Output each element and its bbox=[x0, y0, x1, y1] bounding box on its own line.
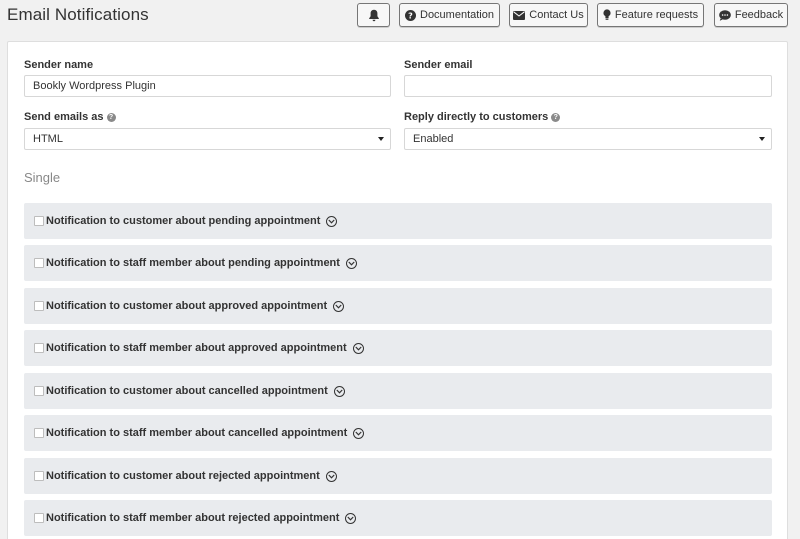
contact-us-button[interactable]: Contact Us bbox=[509, 3, 588, 27]
chevron-down-icon[interactable] bbox=[333, 385, 345, 397]
help-icon[interactable]: ? bbox=[551, 112, 561, 122]
checkbox[interactable] bbox=[34, 471, 44, 481]
checkbox[interactable] bbox=[34, 301, 44, 311]
notification-row[interactable]: Notification to staff member about appro… bbox=[24, 330, 772, 366]
notification-row[interactable]: Notification to customer about cancelled… bbox=[24, 373, 772, 409]
notification-row[interactable]: Notification to staff member about cance… bbox=[24, 415, 772, 451]
send-emails-as-select[interactable]: HTML bbox=[24, 128, 391, 150]
notification-label: Notification to customer about rejected … bbox=[46, 470, 320, 482]
envelope-icon bbox=[513, 10, 526, 20]
checkbox[interactable] bbox=[34, 216, 44, 226]
notification-row[interactable]: Notification to staff member about rejec… bbox=[24, 500, 772, 536]
feedback-label: Feedback bbox=[734, 9, 784, 21]
notification-row[interactable]: Notification to customer about rejected … bbox=[24, 458, 772, 494]
reply-to-customers-select[interactable]: Enabled bbox=[404, 128, 772, 150]
checkbox[interactable] bbox=[34, 428, 44, 438]
svg-text:?: ? bbox=[408, 11, 413, 20]
comment-dots-icon bbox=[719, 9, 731, 21]
checkbox[interactable] bbox=[34, 513, 44, 523]
notification-label: Notification to customer about pending a… bbox=[46, 215, 321, 227]
notification-label: Notification to customer about cancelled… bbox=[46, 385, 328, 397]
chevron-down-icon[interactable] bbox=[326, 215, 338, 227]
caret-down-icon bbox=[378, 137, 384, 141]
contact-us-label: Contact Us bbox=[529, 9, 584, 21]
notification-row[interactable]: Notification to customer about approved … bbox=[24, 288, 772, 324]
chevron-down-icon[interactable] bbox=[353, 427, 365, 439]
checkbox[interactable] bbox=[34, 343, 44, 353]
help-icon[interactable]: ? bbox=[106, 112, 116, 122]
notification-label: Notification to customer about approved … bbox=[46, 300, 328, 312]
notifications-button[interactable] bbox=[357, 3, 390, 27]
chevron-down-icon[interactable] bbox=[325, 470, 337, 482]
sender-email-label: Sender email bbox=[404, 59, 473, 71]
send-emails-as-value: HTML bbox=[33, 133, 63, 145]
chevron-down-icon[interactable] bbox=[333, 300, 345, 312]
notification-row[interactable]: Notification to staff member about pendi… bbox=[24, 245, 772, 281]
section-title: Single bbox=[24, 170, 61, 185]
chevron-down-icon[interactable] bbox=[352, 342, 364, 354]
caret-down-icon bbox=[759, 137, 765, 141]
documentation-label: Documentation bbox=[420, 9, 494, 21]
chevron-down-icon[interactable] bbox=[345, 512, 357, 524]
header-bar: Email Notifications ? Documentation Cont… bbox=[0, 0, 800, 34]
checkbox[interactable] bbox=[34, 386, 44, 396]
reply-to-customers-value: Enabled bbox=[413, 133, 454, 145]
page-title: Email Notifications bbox=[7, 5, 149, 24]
feedback-button[interactable]: Feedback bbox=[714, 3, 788, 27]
feature-requests-button[interactable]: Feature requests bbox=[597, 3, 704, 27]
send-emails-as-label: Send emails as ? bbox=[24, 111, 116, 123]
lightbulb-icon bbox=[603, 9, 611, 21]
notification-label: Notification to staff member about pendi… bbox=[46, 257, 340, 269]
question-circle-icon: ? bbox=[405, 9, 416, 21]
sender-name-label: Sender name bbox=[24, 59, 94, 71]
sender-email-input[interactable] bbox=[404, 75, 772, 97]
notification-label: Notification to staff member about rejec… bbox=[46, 512, 340, 524]
chevron-down-icon[interactable] bbox=[345, 257, 357, 269]
notification-label: Notification to staff member about cance… bbox=[46, 427, 348, 439]
notification-label: Notification to staff member about appro… bbox=[46, 342, 347, 354]
notification-row[interactable]: Notification to customer about pending a… bbox=[24, 203, 772, 239]
bell-icon bbox=[368, 9, 380, 22]
reply-to-customers-label: Reply directly to customers ? bbox=[404, 111, 561, 123]
documentation-button[interactable]: ? Documentation bbox=[399, 3, 500, 27]
feature-requests-label: Feature requests bbox=[614, 9, 699, 21]
checkbox[interactable] bbox=[34, 258, 44, 268]
settings-panel: Sender name Bookly Wordpress Plugin Send… bbox=[7, 41, 788, 539]
sender-name-input[interactable]: Bookly Wordpress Plugin bbox=[24, 75, 391, 97]
